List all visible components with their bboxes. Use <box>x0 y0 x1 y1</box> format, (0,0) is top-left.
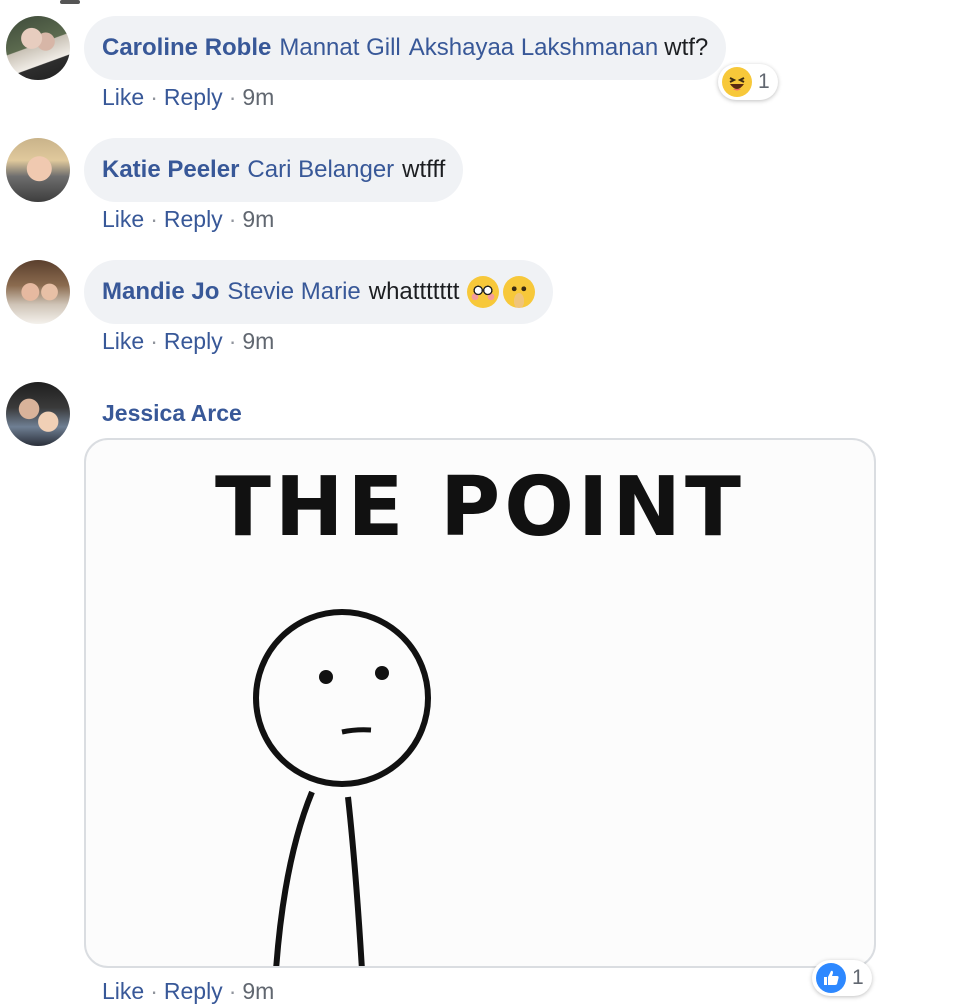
separator: · <box>150 978 158 1004</box>
comment-author[interactable]: Caroline Roble <box>102 34 271 62</box>
mention-link[interactable]: Cari Belanger <box>247 156 394 184</box>
comment-text: wtf? <box>664 34 709 61</box>
like-link[interactable]: Like <box>102 978 144 1005</box>
mention-link[interactable]: Mannat Gill <box>279 34 400 62</box>
comment-actions: Like · Reply · 9m <box>102 328 274 355</box>
reaction-count: 1 <box>852 966 864 989</box>
mention-link[interactable]: Akshayaa Lakshmanan <box>409 34 659 62</box>
avatar[interactable] <box>6 16 70 80</box>
reply-link[interactable]: Reply <box>164 84 223 111</box>
comment-bubble: Caroline Roble Mannat Gill Akshayaa Laks… <box>84 16 727 80</box>
comment-author[interactable]: Mandie Jo <box>102 278 219 306</box>
separator: · <box>150 328 158 354</box>
comment-actions: Like · Reply · 9m <box>102 84 274 111</box>
thumbs-up-icon <box>816 963 846 993</box>
timestamp[interactable]: 9m <box>242 206 274 233</box>
timestamp[interactable]: 9m <box>242 978 274 1005</box>
reply-link[interactable]: Reply <box>164 206 223 233</box>
thinking-face-icon <box>503 276 536 308</box>
separator: · <box>150 84 158 110</box>
flushed-face-icon <box>467 276 500 308</box>
separator: · <box>228 978 237 1004</box>
like-link[interactable]: Like <box>102 206 144 233</box>
separator: · <box>228 206 237 232</box>
comment-author[interactable]: Jessica Arce <box>102 400 242 427</box>
separator: · <box>228 328 237 354</box>
avatar[interactable] <box>6 138 70 202</box>
reaction-count-badge[interactable]: 1 <box>812 960 872 996</box>
mention-link[interactable]: Stevie Marie <box>227 278 360 306</box>
avatar[interactable] <box>6 260 70 324</box>
avatar[interactable] <box>6 382 70 446</box>
top-edge-fragment <box>60 0 80 4</box>
reply-link[interactable]: Reply <box>164 328 223 355</box>
reaction-count: 1 <box>758 70 770 93</box>
comment-actions: Like · Reply · 9m <box>102 978 274 1005</box>
comment-bubble: Mandie Jo Stevie Marie whattttttt <box>84 260 554 324</box>
comment-actions: Like · Reply · 9m <box>102 206 274 233</box>
reaction-count-badge[interactable]: 1 <box>718 64 778 100</box>
separator: · <box>228 84 237 110</box>
haha-reaction-icon <box>722 67 752 97</box>
comment-author[interactable]: Katie Peeler <box>102 156 239 184</box>
like-link[interactable]: Like <box>102 328 144 355</box>
timestamp[interactable]: 9m <box>242 328 274 355</box>
timestamp[interactable]: 9m <box>242 84 274 111</box>
comment-text: wtfff <box>402 156 446 183</box>
like-link[interactable]: Like <box>102 84 144 111</box>
stick-figure-icon <box>253 609 431 966</box>
separator: · <box>150 206 158 232</box>
comment-bubble: Katie Peeler Cari Belanger wtfff <box>84 138 464 202</box>
comment-text: whattttttt <box>368 278 460 305</box>
reply-link[interactable]: Reply <box>164 978 223 1005</box>
comment-image[interactable]: THE POINT <box>84 438 876 968</box>
